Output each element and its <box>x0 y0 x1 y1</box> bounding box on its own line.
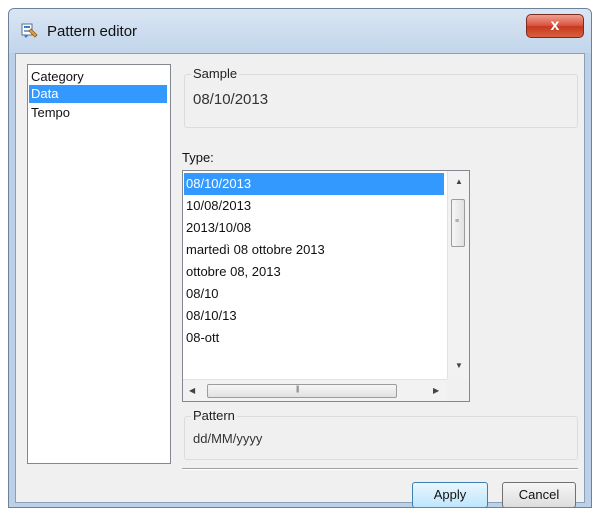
dialog-client-area: Category Data Tempo Sample 08/10/2013 Ty… <box>15 53 585 507</box>
horizontal-scroll-thumb[interactable]: ||| <box>207 384 397 398</box>
type-item[interactable]: 08/10/13 <box>184 305 444 327</box>
type-item[interactable]: 10/08/2013 <box>184 195 444 217</box>
horizontal-scrollbar[interactable]: ◀ ||| ▶ <box>183 379 447 401</box>
close-button[interactable]: x <box>526 14 584 38</box>
sample-legend: Sample <box>191 66 240 81</box>
pattern-legend: Pattern <box>191 408 237 423</box>
category-item-tempo[interactable]: Tempo <box>29 104 167 122</box>
pattern-editor-window: Pattern editor x Category Data Tempo Sam… <box>8 8 592 508</box>
title-bar[interactable]: Pattern editor x <box>9 9 591 53</box>
type-list[interactable]: 08/10/2013 10/08/2013 2013/10/08 martedì… <box>182 170 470 402</box>
apply-button[interactable]: Apply <box>412 482 488 507</box>
type-item[interactable]: 08-ott <box>184 327 444 349</box>
sample-group: Sample 08/10/2013 <box>184 66 578 128</box>
scroll-corner <box>447 379 469 401</box>
grip-icon: ≡ <box>455 218 459 225</box>
type-item[interactable]: 2013/10/08 <box>184 217 444 239</box>
vertical-scrollbar[interactable]: ▲ ≡ ▼ <box>447 171 469 379</box>
scroll-right-arrow-icon[interactable]: ▶ <box>433 386 439 396</box>
scroll-up-arrow-icon[interactable]: ▲ <box>455 177 463 187</box>
scroll-left-arrow-icon[interactable]: ◀ <box>189 386 195 396</box>
separator <box>182 468 578 470</box>
type-item[interactable]: martedì 08 ottobre 2013 <box>184 239 444 261</box>
cancel-button[interactable]: Cancel <box>502 482 576 507</box>
type-item[interactable]: 08/10/2013 <box>184 173 444 195</box>
category-item-data[interactable]: Data <box>29 85 167 103</box>
window-title: Pattern editor <box>47 23 138 40</box>
type-item[interactable]: ottobre 08, 2013 <box>184 261 444 283</box>
grip-icon: ||| <box>296 386 300 393</box>
pattern-group: Pattern dd/MM/yyyy <box>184 408 578 460</box>
category-header: Category <box>31 69 84 84</box>
pattern-value: dd/MM/yyyy <box>193 431 263 446</box>
close-icon: x <box>550 17 560 34</box>
sample-value: 08/10/2013 <box>193 91 269 108</box>
category-list[interactable]: Category Data Tempo <box>27 64 171 464</box>
app-icon <box>21 22 39 38</box>
vertical-scroll-thumb[interactable]: ≡ <box>451 199 465 247</box>
scroll-down-arrow-icon[interactable]: ▼ <box>455 361 463 371</box>
type-label: Type: <box>182 150 214 165</box>
type-item[interactable]: 08/10 <box>184 283 444 305</box>
